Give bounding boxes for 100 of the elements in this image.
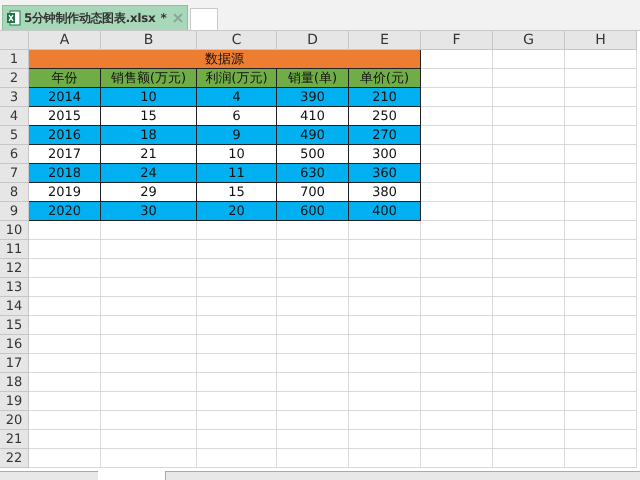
row-header[interactable]: 9 — [0, 202, 29, 221]
row-header[interactable]: 4 — [0, 107, 29, 126]
row-header[interactable]: 16 — [0, 335, 29, 354]
file-tab[interactable]: 5分钟制作动态图表.xlsx * — [2, 5, 188, 30]
empty-cell[interactable] — [197, 411, 277, 430]
empty-cell[interactable] — [101, 335, 197, 354]
empty-cell[interactable] — [277, 240, 349, 259]
empty-cell[interactable] — [277, 430, 349, 449]
row-header[interactable]: 6 — [0, 145, 29, 164]
empty-cell[interactable] — [349, 392, 421, 411]
row-header[interactable]: 8 — [0, 183, 29, 202]
empty-cell[interactable] — [421, 297, 493, 316]
row-header[interactable]: 7 — [0, 164, 29, 183]
empty-cell[interactable] — [277, 278, 349, 297]
empty-cell[interactable] — [277, 373, 349, 392]
empty-cell[interactable] — [493, 88, 565, 107]
empty-cell[interactable] — [565, 107, 637, 126]
empty-cell[interactable] — [277, 449, 349, 468]
empty-cell[interactable] — [197, 392, 277, 411]
empty-cell[interactable] — [421, 430, 493, 449]
empty-cell[interactable] — [493, 145, 565, 164]
horizontal-scrollbar[interactable] — [165, 471, 640, 480]
empty-cell[interactable] — [197, 335, 277, 354]
new-tab-button[interactable] — [190, 8, 218, 30]
empty-cell[interactable] — [197, 278, 277, 297]
column-header[interactable]: E — [349, 31, 421, 50]
empty-cell[interactable] — [493, 183, 565, 202]
empty-cell[interactable] — [349, 259, 421, 278]
empty-cell[interactable] — [349, 316, 421, 335]
empty-cell[interactable] — [565, 88, 637, 107]
empty-cell[interactable] — [421, 316, 493, 335]
empty-cell[interactable] — [565, 392, 637, 411]
empty-cell[interactable] — [565, 164, 637, 183]
empty-cell[interactable] — [493, 240, 565, 259]
column-header[interactable]: C — [197, 31, 277, 50]
column-header[interactable]: G — [493, 31, 565, 50]
empty-cell[interactable] — [493, 354, 565, 373]
empty-cell[interactable] — [197, 354, 277, 373]
empty-cell[interactable] — [565, 316, 637, 335]
empty-cell[interactable] — [493, 430, 565, 449]
empty-cell[interactable] — [565, 354, 637, 373]
empty-cell[interactable] — [101, 297, 197, 316]
empty-cell[interactable] — [421, 411, 493, 430]
column-header[interactable]: H — [565, 31, 637, 50]
empty-cell[interactable] — [493, 126, 565, 145]
empty-cell[interactable] — [421, 240, 493, 259]
column-header[interactable]: A — [29, 31, 101, 50]
empty-cell[interactable] — [493, 411, 565, 430]
empty-cell[interactable] — [421, 221, 493, 240]
empty-cell[interactable] — [493, 373, 565, 392]
row-header[interactable]: 19 — [0, 392, 29, 411]
empty-cell[interactable] — [565, 202, 637, 221]
column-header[interactable]: F — [421, 31, 493, 50]
empty-cell[interactable] — [101, 430, 197, 449]
row-header[interactable]: 12 — [0, 259, 29, 278]
empty-cell[interactable] — [493, 278, 565, 297]
empty-cell[interactable] — [565, 221, 637, 240]
empty-cell[interactable] — [349, 240, 421, 259]
empty-cell[interactable] — [493, 449, 565, 468]
empty-cell[interactable] — [277, 411, 349, 430]
empty-cell[interactable] — [565, 240, 637, 259]
empty-cell[interactable] — [493, 69, 565, 88]
empty-cell[interactable] — [421, 354, 493, 373]
column-header[interactable]: D — [277, 31, 349, 50]
row-header[interactable]: 13 — [0, 278, 29, 297]
empty-cell[interactable] — [349, 221, 421, 240]
empty-cell[interactable] — [493, 202, 565, 221]
empty-cell[interactable] — [101, 373, 197, 392]
empty-cell[interactable] — [101, 392, 197, 411]
empty-cell[interactable] — [101, 354, 197, 373]
empty-cell[interactable] — [349, 430, 421, 449]
empty-cell[interactable] — [101, 316, 197, 335]
empty-cell[interactable] — [349, 373, 421, 392]
empty-cell[interactable] — [101, 411, 197, 430]
empty-cell[interactable] — [421, 335, 493, 354]
empty-cell[interactable] — [277, 259, 349, 278]
empty-cell[interactable] — [101, 221, 197, 240]
empty-cell[interactable] — [277, 335, 349, 354]
empty-cell[interactable] — [493, 297, 565, 316]
empty-cell[interactable] — [197, 259, 277, 278]
empty-cell[interactable] — [101, 240, 197, 259]
empty-cell[interactable] — [421, 449, 493, 468]
empty-cell[interactable] — [197, 449, 277, 468]
empty-cell[interactable] — [493, 259, 565, 278]
empty-cell[interactable] — [493, 164, 565, 183]
empty-cell[interactable] — [565, 183, 637, 202]
empty-cell[interactable] — [493, 316, 565, 335]
empty-cell[interactable] — [565, 373, 637, 392]
empty-cell[interactable] — [101, 259, 197, 278]
empty-cell[interactable] — [421, 278, 493, 297]
empty-cell[interactable] — [565, 126, 637, 145]
empty-cell[interactable] — [493, 50, 565, 69]
empty-cell[interactable] — [565, 411, 637, 430]
empty-cell[interactable] — [277, 297, 349, 316]
empty-cell[interactable] — [565, 297, 637, 316]
empty-cell[interactable] — [349, 449, 421, 468]
empty-cell[interactable] — [349, 354, 421, 373]
select-all-button[interactable] — [0, 31, 29, 50]
empty-cell[interactable] — [197, 221, 277, 240]
empty-cell[interactable] — [565, 278, 637, 297]
